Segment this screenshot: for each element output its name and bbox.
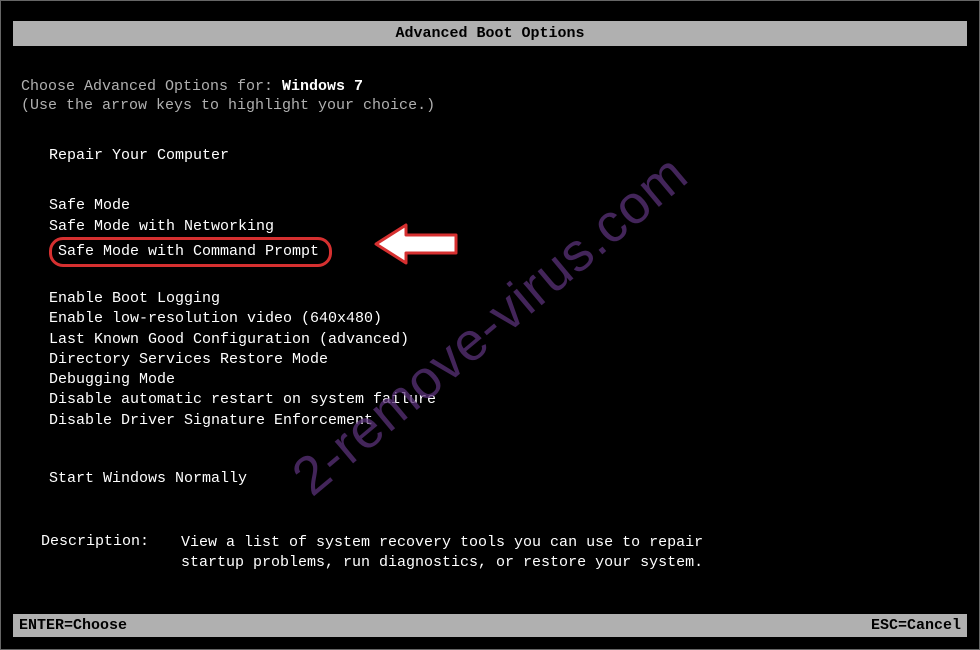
menu-safe-mode-networking[interactable]: Safe Mode with Networking <box>49 217 274 237</box>
menu-boot-logging[interactable]: Enable Boot Logging <box>49 289 220 309</box>
menu-group-advanced: Enable Boot Logging Enable low-resolutio… <box>21 289 959 431</box>
os-name: Windows 7 <box>282 78 363 95</box>
menu-group-safe: Safe Mode Safe Mode with Networking Safe… <box>21 196 959 267</box>
footer-bar: ENTER=Choose ESC=Cancel <box>13 614 967 637</box>
description-line2: startup problems, run diagnostics, or re… <box>181 553 703 573</box>
menu-last-known[interactable]: Last Known Good Configuration (advanced) <box>49 330 409 350</box>
menu-safe-mode[interactable]: Safe Mode <box>49 196 130 216</box>
intro-hint: (Use the arrow keys to highlight your ch… <box>21 97 959 114</box>
menu-disable-restart[interactable]: Disable automatic restart on system fail… <box>49 390 436 410</box>
title-bar: Advanced Boot Options <box>13 21 967 46</box>
description-label: Description: <box>41 533 181 574</box>
menu-start-normal[interactable]: Start Windows Normally <box>49 469 247 489</box>
main-content: Choose Advanced Options for: Windows 7 (… <box>1 46 979 574</box>
description-text: View a list of system recovery tools you… <box>181 533 703 574</box>
footer-esc: ESC=Cancel <box>871 617 961 634</box>
footer-enter: ENTER=Choose <box>19 617 127 634</box>
menu-debugging[interactable]: Debugging Mode <box>49 370 175 390</box>
menu-repair[interactable]: Repair Your Computer <box>49 146 229 166</box>
description-row: Description: View a list of system recov… <box>21 533 959 574</box>
description-line1: View a list of system recovery tools you… <box>181 533 703 553</box>
intro-prefix: Choose Advanced Options for: <box>21 78 282 95</box>
intro-line: Choose Advanced Options for: Windows 7 <box>21 78 959 95</box>
menu-low-res[interactable]: Enable low-resolution video (640x480) <box>49 309 382 329</box>
menu-ds-restore[interactable]: Directory Services Restore Mode <box>49 350 328 370</box>
menu-group-normal: Start Windows Normally <box>21 469 959 489</box>
menu-disable-sig[interactable]: Disable Driver Signature Enforcement <box>49 411 373 431</box>
menu-safe-mode-cmd[interactable]: Safe Mode with Command Prompt <box>49 237 332 267</box>
menu-group-repair: Repair Your Computer <box>21 146 959 166</box>
highlighted-wrapper: Safe Mode with Command Prompt <box>49 237 332 267</box>
